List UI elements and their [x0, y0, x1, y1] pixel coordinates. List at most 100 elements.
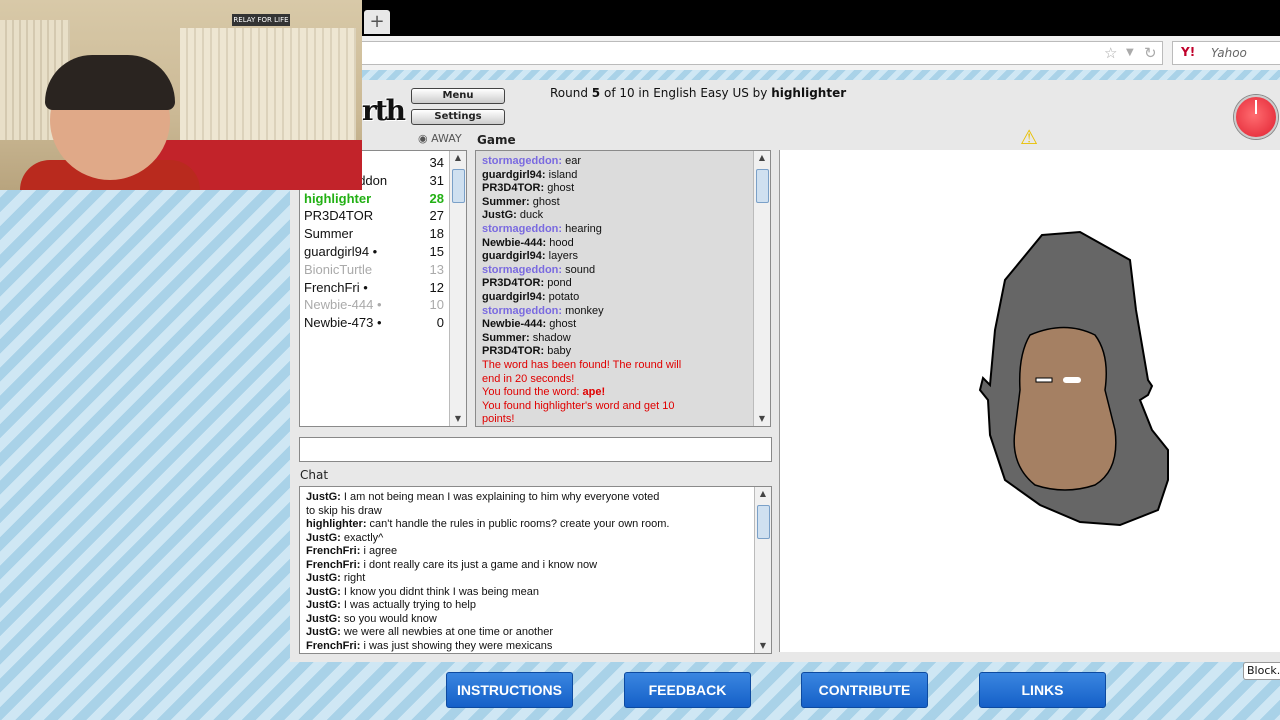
log-text: ghost [546, 318, 577, 331]
player-name: Summer [304, 226, 354, 242]
game-log-line: PR3D4TOR: baby [482, 345, 571, 357]
scroll-up-icon[interactable]: ▲ [754, 151, 770, 165]
player-score: 12 [429, 279, 444, 295]
game-log-line: guardgirl94: island [482, 169, 577, 181]
log-text: end in 20 seconds! [482, 372, 575, 385]
chat-line: highlighter: can't handle the rules in p… [306, 518, 669, 530]
contribute-button[interactable]: CONTRIBUTE [801, 672, 928, 708]
dropdown-icon[interactable]: ▼ [1126, 47, 1134, 58]
chat-text: I was actually trying to help [340, 599, 476, 611]
found-word: ape! [582, 386, 606, 399]
game-log-line: points! [482, 413, 514, 425]
log-username: Summer: [482, 331, 530, 344]
player-row[interactable]: Newbie-473 • 0 [304, 315, 444, 333]
scroll-thumb[interactable] [452, 169, 465, 203]
away-toggle[interactable]: ◉ AWAY [418, 132, 462, 145]
address-bar[interactable]: ☆ ▼ ↻ [362, 41, 1163, 65]
scroll-down-icon[interactable]: ▼ [450, 412, 466, 426]
log-text: You found highlighter's word and get 10 [482, 399, 675, 412]
chat-username: JustG: [306, 585, 341, 598]
log-text: hood [546, 236, 574, 249]
game-log-line: You found the word: ape! [482, 386, 605, 398]
scroll-thumb[interactable] [757, 505, 770, 539]
chat-username: FrenchFri: [306, 558, 361, 571]
log-text: baby [544, 345, 572, 358]
log-username: PR3D4TOR: [482, 345, 545, 358]
log-text: ghost [544, 182, 575, 195]
chat-username: JustG: [306, 612, 341, 625]
links-button[interactable]: LINKS [979, 672, 1106, 708]
scroll-down-icon[interactable]: ▼ [755, 639, 771, 653]
chat-line: JustG: I am not being mean I was explain… [306, 491, 659, 503]
round-info: Round 5 of 10 in English Easy US by high… [550, 86, 847, 100]
log-username: stormageddon: [482, 223, 563, 235]
drawing-canvas[interactable] [779, 150, 1280, 652]
player-name: BionicTurtle [304, 261, 373, 277]
player-row[interactable]: FrenchFri • 12 [304, 280, 444, 298]
chat-text: I am not being mean I was explaining to … [340, 491, 660, 503]
drawing [978, 230, 1169, 527]
chat-username: JustG: [306, 626, 341, 638]
scroll-up-icon[interactable]: ▲ [450, 151, 466, 165]
left-eye [1035, 377, 1053, 383]
chat-scrollbar[interactable]: ▲ ▼ [754, 487, 771, 653]
round-timer-icon [1234, 95, 1278, 139]
guess-input[interactable] [299, 437, 772, 462]
player-row[interactable]: guardgirl94 • 15 [304, 244, 444, 262]
face-shape [1013, 326, 1117, 491]
player-score: 34 [429, 155, 444, 170]
site-logo[interactable]: rth [362, 94, 406, 127]
right-eye [1063, 377, 1081, 383]
log-username: Summer: [482, 195, 530, 208]
chat-username: highlighter: [306, 518, 367, 530]
reload-icon[interactable]: ↻ [1144, 44, 1157, 62]
new-tab-button[interactable]: + [364, 10, 390, 34]
scroll-down-icon[interactable]: ▼ [754, 412, 770, 426]
chat-text: exactly^ [340, 531, 384, 544]
scroll-up-icon[interactable]: ▲ [755, 487, 771, 501]
game-log: ▲ ▼ stormageddon: ear guardgirl94: island… [475, 150, 771, 427]
player-list-scrollbar[interactable]: ▲ ▼ [449, 151, 466, 426]
player-row[interactable]: PR3D4TOR 27 [304, 208, 444, 226]
webcam-overlay: RELAY FOR LIFE [0, 0, 362, 190]
log-username: Newbie-444: [482, 318, 547, 331]
log-text: sound [562, 263, 596, 276]
scroll-thumb[interactable] [756, 169, 769, 203]
game-log-line: PR3D4TOR: pond [482, 277, 572, 289]
chat-line: JustG: we were all newbies at one time o… [306, 626, 553, 638]
search-box[interactable]: Y! Yahoo [1172, 41, 1280, 65]
game-log-line: stormageddon: monkey [482, 305, 604, 317]
player-name: PR3D4TOR [304, 208, 374, 224]
chat-username: FrenchFri: [306, 639, 361, 652]
game-log-line: PR3D4TOR: ghost [482, 182, 574, 194]
header-stripe [362, 70, 1280, 80]
settings-button[interactable]: Settings [411, 109, 505, 125]
chat-line: JustG: I was actually trying to help [306, 599, 476, 611]
log-text: The word has been found! The round will [482, 359, 682, 371]
game-log-scrollbar[interactable]: ▲ ▼ [753, 151, 770, 426]
log-text: hearing [562, 223, 602, 235]
player-row[interactable]: Summer 18 [304, 226, 444, 244]
player-row[interactable]: highlighter 28 [304, 191, 444, 209]
chat-text: i dont really care its just a game and i… [360, 558, 598, 571]
menu-button[interactable]: Menu [411, 88, 505, 104]
log-username: guardgirl94: [482, 168, 546, 181]
chat-line: FrenchFri: i was just showing they were … [306, 640, 552, 652]
warning-icon[interactable]: ⚠ [1020, 125, 1038, 149]
log-text: monkey [562, 304, 604, 317]
player-row[interactable]: Newbie-444 • 10 [304, 297, 444, 315]
log-username: PR3D4TOR: [482, 277, 545, 290]
star-icon[interactable]: ☆ [1104, 44, 1117, 62]
instructions-button[interactable]: INSTRUCTIONS [446, 672, 573, 708]
log-text: shadow [529, 331, 571, 344]
game-log-label: Game [477, 133, 516, 147]
player-score: 0 [436, 315, 444, 331]
log-username: stormageddon: [482, 263, 563, 276]
feedback-button[interactable]: FEEDBACK [624, 672, 751, 708]
player-list: ▲ ▼ 34stormageddon31highlighter28PR3D4TO… [299, 150, 467, 427]
chat-text: i was just showing they were mexicans [360, 639, 553, 652]
block-button[interactable]: Block... [1243, 662, 1280, 680]
player-row[interactable]: BionicTurtle 13 [304, 262, 444, 280]
chat-text: can't handle the rules in public rooms? … [366, 518, 670, 530]
chat-text: to skip his draw [306, 504, 382, 517]
